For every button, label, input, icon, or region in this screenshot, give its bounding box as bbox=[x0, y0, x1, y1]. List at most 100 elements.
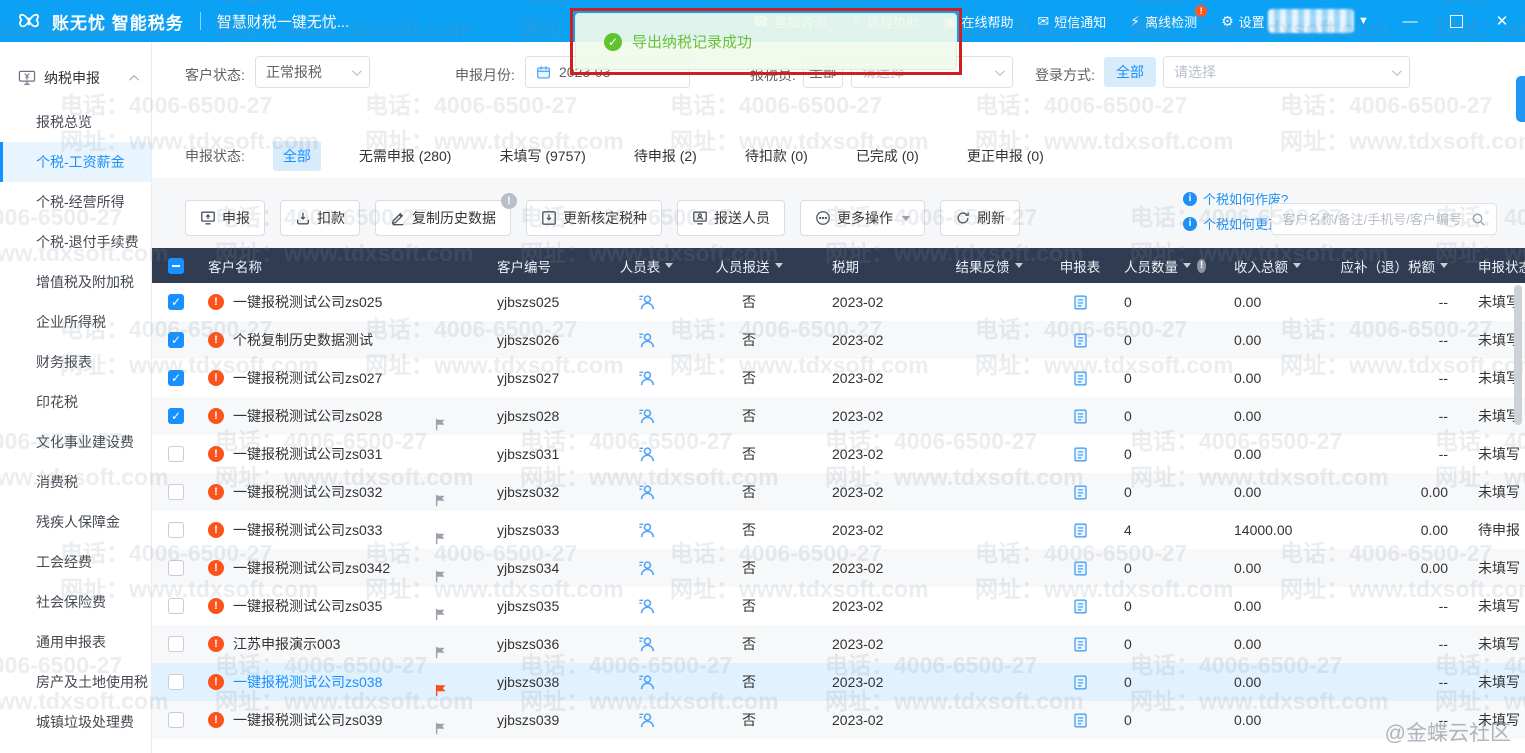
declare-form-icon[interactable] bbox=[1072, 636, 1089, 653]
select-all-checkbox[interactable] bbox=[168, 258, 184, 274]
declare-form-icon[interactable] bbox=[1072, 370, 1089, 387]
table-row[interactable]: ! 江苏申报演示003 yjbszs036 否 2023-02 0 0.00 -… bbox=[152, 625, 1525, 663]
sidebar-item-5[interactable]: 企业所得税 bbox=[0, 302, 151, 342]
declare-button[interactable]: 申报 bbox=[185, 200, 265, 236]
sidebar-item-10[interactable]: 残疾人保障金 bbox=[0, 502, 151, 542]
sidebar-item-12[interactable]: 社会保险费 bbox=[0, 582, 151, 622]
login-mode-all-chip[interactable]: 全部 bbox=[1104, 57, 1156, 87]
customer-name[interactable]: 一键报税测试公司zs035 bbox=[233, 596, 382, 616]
sidebar-item-3[interactable]: 个税-退付手续费 bbox=[0, 222, 151, 262]
customer-name[interactable]: 一键报税测试公司zs038 bbox=[233, 672, 382, 692]
personnel-table-icon[interactable] bbox=[637, 559, 656, 578]
customer-name[interactable]: 一键报税测试公司zs025 bbox=[233, 292, 382, 312]
flag-icon[interactable] bbox=[434, 417, 448, 432]
declare-form-icon[interactable] bbox=[1072, 560, 1089, 577]
sidebar-item-4[interactable]: 增值税及附加税 bbox=[0, 262, 151, 302]
row-checkbox[interactable] bbox=[168, 674, 184, 690]
flag-icon[interactable] bbox=[434, 493, 448, 508]
row-checkbox[interactable]: ✓ bbox=[168, 294, 184, 310]
vertical-scrollbar-thumb[interactable] bbox=[1514, 285, 1522, 425]
menu-item-settings[interactable]: ⚙设置 bbox=[1221, 12, 1265, 31]
search-icon[interactable] bbox=[1471, 212, 1486, 227]
flag-icon[interactable] bbox=[434, 569, 448, 584]
declare-form-icon[interactable] bbox=[1072, 674, 1089, 691]
customer-name[interactable]: 一键报税测试公司zs033 bbox=[233, 520, 382, 540]
refresh-button[interactable]: 刷新 bbox=[940, 200, 1020, 236]
header-cell-3[interactable]: 人员表 bbox=[599, 256, 694, 276]
header-cell-4[interactable]: 人员报送 bbox=[694, 256, 804, 276]
sidebar-item-9[interactable]: 消费税 bbox=[0, 462, 151, 502]
window-close-button[interactable]: ✕ bbox=[1479, 0, 1525, 42]
row-checkbox[interactable]: ✓ bbox=[168, 408, 184, 424]
update-tax-types-button[interactable]: 更新核定税种 bbox=[526, 200, 662, 236]
declare-form-icon[interactable] bbox=[1072, 598, 1089, 615]
row-checkbox[interactable]: ✓ bbox=[168, 370, 184, 386]
sidebar-item-2[interactable]: 个税-经营所得 bbox=[0, 182, 151, 222]
row-checkbox[interactable] bbox=[168, 522, 184, 538]
more-actions-button[interactable]: 更多操作 bbox=[800, 200, 925, 236]
status-option-all[interactable]: 全部 bbox=[273, 141, 321, 171]
sidebar-item-1[interactable]: 个税-工资薪金 bbox=[0, 142, 151, 182]
login-mode-select[interactable]: 请选择 bbox=[1163, 56, 1410, 88]
table-row[interactable]: ! 一键报税测试公司zs032 yjbszs032 否 2023-02 0 0.… bbox=[152, 473, 1525, 511]
status-option-unfilled[interactable]: 未填写 (9757) bbox=[489, 141, 595, 171]
customer-name[interactable]: 一键报税测试公司zs027 bbox=[233, 368, 382, 388]
personnel-table-icon[interactable] bbox=[637, 711, 656, 730]
declare-form-icon[interactable] bbox=[1072, 712, 1089, 729]
declare-form-icon[interactable] bbox=[1072, 522, 1089, 539]
personnel-table-icon[interactable] bbox=[637, 483, 656, 502]
customer-name[interactable]: 一键报税测试公司zs032 bbox=[233, 482, 382, 502]
sidebar-item-8[interactable]: 文化事业建设费 bbox=[0, 422, 151, 462]
table-row[interactable]: ! 一键报税测试公司zs035 yjbszs035 否 2023-02 0 0.… bbox=[152, 587, 1525, 625]
header-cell-9[interactable]: 收入总额 bbox=[1206, 256, 1336, 276]
row-checkbox[interactable] bbox=[168, 484, 184, 500]
flag-icon[interactable] bbox=[434, 683, 448, 698]
personnel-table-icon[interactable] bbox=[637, 635, 656, 654]
customer-search-input[interactable] bbox=[1282, 212, 1471, 227]
row-checkbox[interactable] bbox=[168, 636, 184, 652]
sidebar-item-11[interactable]: 工会经费 bbox=[0, 542, 151, 582]
declare-form-icon[interactable] bbox=[1072, 484, 1089, 501]
menu-item-sms-notify[interactable]: ✉短信通知 bbox=[1037, 12, 1106, 31]
window-maximize-button[interactable] bbox=[1433, 0, 1479, 42]
personnel-table-icon[interactable] bbox=[637, 673, 656, 692]
personnel-table-icon[interactable] bbox=[637, 293, 656, 312]
sort-caret-icon[interactable] bbox=[1015, 263, 1023, 268]
table-row[interactable]: ! 一键报税测试公司zs039 yjbszs039 否 2023-02 0 0.… bbox=[152, 701, 1525, 739]
table-row[interactable]: ✓ ! 一键报税测试公司zs025 yjbszs025 否 2023-02 0 … bbox=[152, 283, 1525, 321]
row-checkbox[interactable] bbox=[168, 560, 184, 576]
declare-form-icon[interactable] bbox=[1072, 294, 1089, 311]
flag-icon[interactable] bbox=[434, 721, 448, 736]
customer-status-select[interactable]: 正常报税 bbox=[255, 56, 370, 88]
sort-caret-icon[interactable] bbox=[665, 263, 673, 268]
sort-caret-icon[interactable] bbox=[775, 263, 783, 268]
status-option-pending-declare[interactable]: 待申报 (2) bbox=[624, 141, 707, 171]
sidebar-item-0[interactable]: 报税总览 bbox=[0, 102, 151, 142]
status-option-no-need[interactable]: 无需申报 (280) bbox=[349, 141, 462, 171]
customer-name[interactable]: 个税复制历史数据测试 bbox=[233, 330, 373, 350]
sidebar-item-7[interactable]: 印花税 bbox=[0, 382, 151, 422]
personnel-table-icon[interactable] bbox=[637, 331, 656, 350]
row-checkbox[interactable] bbox=[168, 446, 184, 462]
account-dropdown-caret-icon[interactable]: ▼ bbox=[1358, 15, 1369, 27]
row-checkbox[interactable]: ✓ bbox=[168, 332, 184, 348]
flag-icon[interactable] bbox=[434, 531, 448, 546]
table-row[interactable]: ✓ ! 个税复制历史数据测试 yjbszs026 否 2023-02 0 0.0… bbox=[152, 321, 1525, 359]
customer-name[interactable]: 一键报税测试公司zs039 bbox=[233, 710, 382, 730]
table-row[interactable]: ! 一键报税测试公司zs033 yjbszs033 否 2023-02 4 14… bbox=[152, 511, 1525, 549]
table-row[interactable]: ! 一键报税测试公司zs038 yjbszs038 否 2023-02 0 0.… bbox=[152, 663, 1525, 701]
table-row[interactable]: ! 一键报税测试公司zs0342 yjbszs034 否 2023-02 0 0… bbox=[152, 549, 1525, 587]
customer-name[interactable]: 江苏申报演示003 bbox=[233, 634, 340, 654]
copy-history-button[interactable]: 复制历史数据 ! bbox=[375, 200, 511, 236]
customer-name[interactable]: 一键报税测试公司zs0342 bbox=[233, 558, 390, 578]
window-minimize-button[interactable]: — bbox=[1387, 0, 1433, 42]
status-option-corrected[interactable]: 更正申报 (0) bbox=[957, 141, 1054, 171]
declare-form-icon[interactable] bbox=[1072, 446, 1089, 463]
personnel-table-icon[interactable] bbox=[637, 445, 656, 464]
sidebar-item-13[interactable]: 通用申报表 bbox=[0, 622, 151, 662]
customer-name[interactable]: 一键报税测试公司zs031 bbox=[233, 444, 382, 464]
sidebar-item-6[interactable]: 财务报表 bbox=[0, 342, 151, 382]
table-row[interactable]: ! 一键报税测试公司zs031 yjbszs031 否 2023-02 0 0.… bbox=[152, 435, 1525, 473]
submit-personnel-button[interactable]: 报送人员 bbox=[677, 200, 785, 236]
declare-form-icon[interactable] bbox=[1072, 332, 1089, 349]
